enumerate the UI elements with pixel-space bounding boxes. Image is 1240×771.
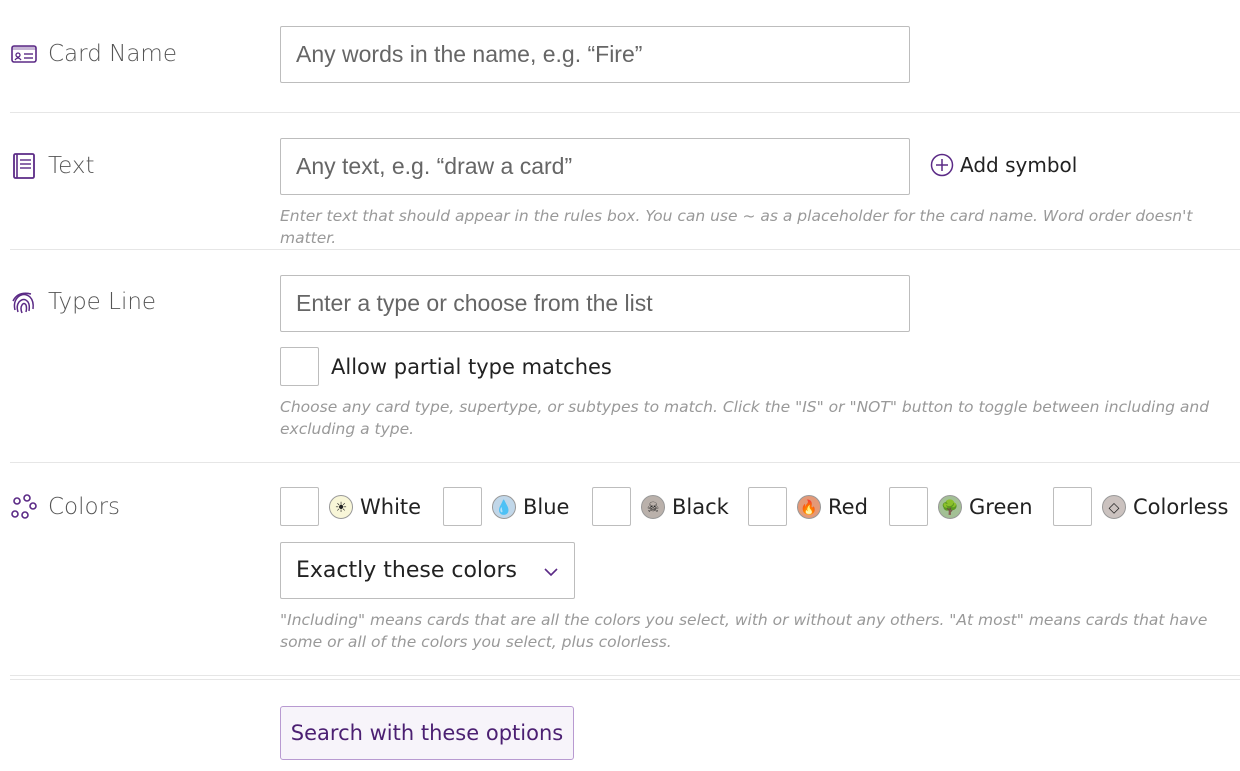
id-card-icon: [11, 45, 37, 63]
color-option-green[interactable]: 🌳 Green: [889, 487, 1033, 526]
text-row: Text Add symbol Enter text that should a…: [10, 113, 1240, 250]
partial-type-checkbox[interactable]: [280, 347, 319, 386]
text-hint: Enter text that should appear in the rul…: [280, 207, 1193, 247]
color-checkbox-white[interactable]: [280, 487, 319, 526]
partial-type-label: Allow partial type matches: [331, 354, 612, 379]
color-option-colorless[interactable]: ◇ Colorless: [1053, 487, 1228, 526]
color-option-blue[interactable]: 💧 Blue: [443, 487, 569, 526]
color-mode-value: Exactly these colors: [296, 558, 517, 583]
color-checkbox-black[interactable]: [592, 487, 631, 526]
card-name-label: Card Name: [10, 40, 177, 68]
colors-label: Colors: [10, 493, 120, 521]
card-name-input[interactable]: [280, 26, 910, 83]
green-mana-icon: 🌳: [938, 494, 962, 519]
type-line-label: Type Line: [10, 288, 156, 316]
blue-mana-icon: 💧: [492, 494, 516, 519]
color-option-white[interactable]: ☀ White: [280, 487, 421, 526]
search-submit-button[interactable]: Search with these options: [280, 706, 574, 760]
card-name-row: Card Name: [10, 0, 1240, 113]
color-checkbox-red[interactable]: [748, 487, 787, 526]
section-divider: [10, 679, 1240, 680]
plus-circle-icon: [930, 153, 954, 177]
color-checkbox-blue[interactable]: [443, 487, 482, 526]
book-icon: [13, 153, 35, 179]
color-checkbox-green[interactable]: [889, 487, 928, 526]
type-line-row: Type Line Choose any card type, supertyp…: [10, 250, 1240, 463]
type-line-input[interactable]: [280, 275, 910, 332]
color-checkbox-colorless[interactable]: [1053, 487, 1092, 526]
text-input[interactable]: [280, 138, 910, 195]
chevron-down-icon: [544, 568, 558, 577]
color-option-black[interactable]: ☠ Black: [592, 487, 729, 526]
type-line-hint: Choose any card type, supertype, or subt…: [280, 398, 1210, 438]
color-option-red[interactable]: 🔥 Red: [748, 487, 868, 526]
colors-hint: "Including" means cards that are all the…: [280, 611, 1208, 651]
colorless-mana-icon: ◇: [1102, 494, 1126, 519]
black-mana-icon: ☠: [641, 494, 665, 519]
white-mana-icon: ☀: [329, 494, 353, 519]
add-symbol-button[interactable]: Add symbol: [930, 153, 1077, 177]
text-label: Text: [10, 152, 95, 180]
color-circles-icon: [11, 494, 37, 519]
red-mana-icon: 🔥: [797, 494, 821, 519]
fingerprint-icon: [12, 292, 34, 314]
color-mode-select[interactable]: Exactly these colors: [280, 542, 575, 599]
partial-type-option: Allow partial type matches: [280, 347, 612, 386]
